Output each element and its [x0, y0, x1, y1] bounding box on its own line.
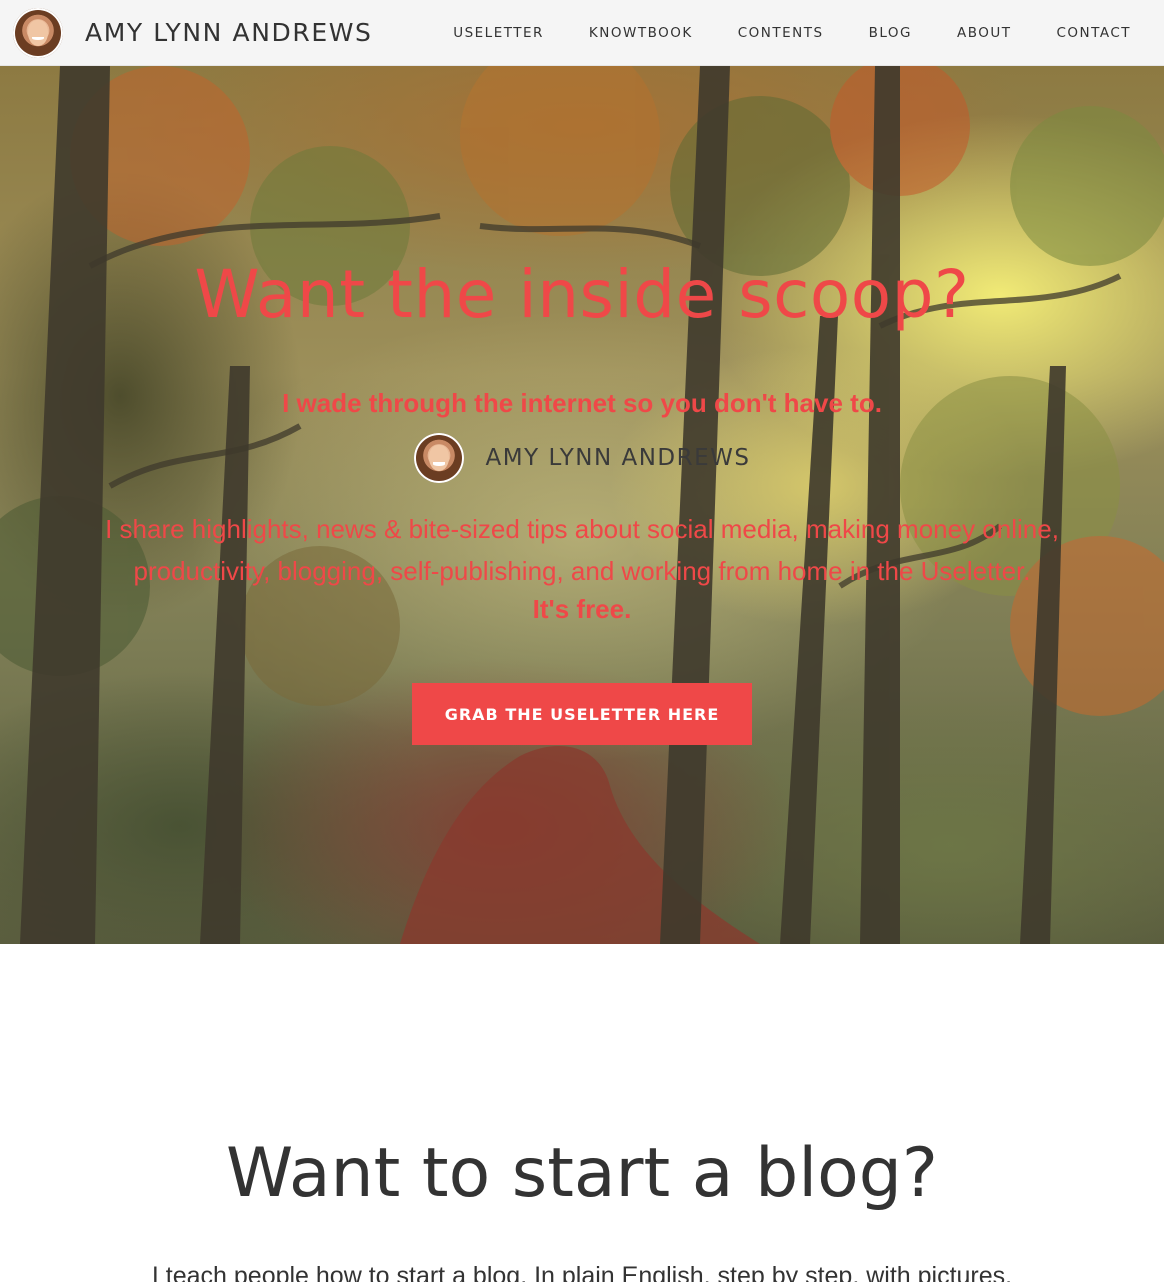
hero-title: Want the inside scoop?	[194, 256, 970, 333]
hero-author-name: AMY LYNN ANDREWS	[485, 445, 751, 471]
nav-item-blog[interactable]: BLOG	[869, 25, 912, 41]
hero-section: Want the inside scoop? I wade through th…	[0, 66, 1164, 944]
nav-item-useletter[interactable]: USELETTER	[453, 25, 544, 41]
grab-useletter-button[interactable]: GRAB THE USELETTER HERE	[412, 683, 752, 745]
blog-section-intro: I teach people how to start a blog. In p…	[151, 1262, 1013, 1282]
hero-author-avatar	[413, 433, 464, 483]
hero-description: I share highlights, news & bite-sized ti…	[105, 514, 1059, 586]
hero-content: Want the inside scoop? I wade through th…	[0, 66, 1164, 944]
blog-section-title: Want to start a blog?	[225, 1134, 938, 1213]
main-nav: USELETTER KNOWTBOOK CONTENTS BLOG ABOUT …	[453, 0, 1164, 66]
hero-author: AMY LYNN ANDREWS	[0, 433, 1164, 483]
author-avatar	[13, 7, 63, 58]
site-brand-link[interactable]: AMY LYNN ANDREWS	[13, 7, 373, 58]
site-header: AMY LYNN ANDREWS USELETTER KNOWTBOOK CON…	[0, 0, 1164, 66]
site-name: AMY LYNN ANDREWS	[85, 18, 373, 47]
nav-item-knowtbook[interactable]: KNOWTBOOK	[589, 25, 693, 41]
start-blog-section: Want to start a blog? I teach people how…	[0, 944, 1164, 1282]
nav-item-contact[interactable]: CONTACT	[1056, 25, 1131, 41]
hero-tagline: I wade through the internet so you don't…	[282, 388, 882, 418]
nav-item-about[interactable]: ABOUT	[957, 25, 1012, 41]
nav-item-contents[interactable]: CONTENTS	[738, 25, 824, 41]
hero-free-note: It's free.	[532, 594, 632, 624]
